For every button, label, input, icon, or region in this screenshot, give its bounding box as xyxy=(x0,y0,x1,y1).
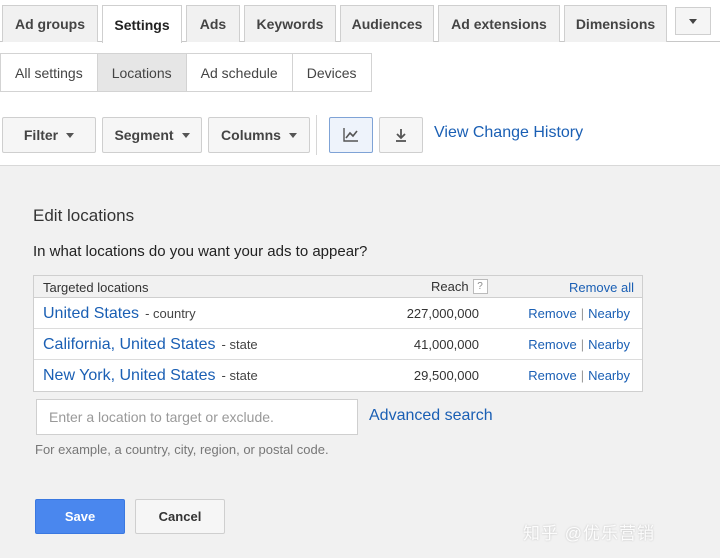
table-header: Targeted locations Reach ? Remove all xyxy=(34,276,642,298)
save-button[interactable]: Save xyxy=(35,499,125,534)
remove-all-link[interactable]: Remove all xyxy=(569,280,634,295)
help-icon[interactable]: ? xyxy=(472,279,488,294)
segment-button[interactable]: Segment xyxy=(102,117,202,153)
header-reach: Reach ? xyxy=(431,279,488,294)
download-button[interactable] xyxy=(379,117,423,153)
watermark: 知乎 @优乐营销 xyxy=(523,524,655,543)
locations-question: In what locations do you want your ads t… xyxy=(33,243,368,260)
location-reach: 41,000,000 xyxy=(413,337,479,352)
columns-button-label: Columns xyxy=(221,127,281,143)
location-reach: 29,500,000 xyxy=(413,368,479,383)
cancel-button[interactable]: Cancel xyxy=(135,499,225,534)
top-tab-bar: Ad groups Settings Ads Keywords Audience… xyxy=(0,0,720,43)
row-actions: Remove | Nearby xyxy=(528,368,630,383)
remove-link[interactable]: Remove xyxy=(528,306,576,321)
table-row: New York, United States - state 29,500,00… xyxy=(34,360,642,391)
header-targeted-locations: Targeted locations xyxy=(43,280,149,295)
tab-ads[interactable]: Ads xyxy=(186,5,240,42)
columns-button[interactable]: Columns xyxy=(208,117,310,153)
row-actions: Remove | Nearby xyxy=(528,306,630,321)
advanced-search-link[interactable]: Advanced search xyxy=(369,407,493,425)
tab-settings[interactable]: Settings xyxy=(102,5,182,43)
remove-link[interactable]: Remove xyxy=(528,337,576,352)
separator: | xyxy=(580,337,585,352)
subtab-all-settings[interactable]: All settings xyxy=(1,54,98,91)
nearby-link[interactable]: Nearby xyxy=(588,337,630,352)
filter-button[interactable]: Filter xyxy=(2,117,96,153)
toolbar-divider xyxy=(316,115,317,155)
view-change-history-link[interactable]: View Change History xyxy=(434,124,583,142)
location-type: - country xyxy=(145,306,196,321)
chevron-down-icon xyxy=(288,132,297,138)
download-icon xyxy=(396,129,406,142)
table-row: California, United States - state 41,000,… xyxy=(34,329,642,360)
location-reach: 227,000,000 xyxy=(406,306,479,321)
nearby-link[interactable]: Nearby xyxy=(588,306,630,321)
tab-keywords[interactable]: Keywords xyxy=(244,5,336,42)
separator: | xyxy=(580,306,585,321)
chevron-down-icon xyxy=(181,132,190,138)
table-row: United States - country 227,000,000 Remov… xyxy=(34,298,642,329)
header-reach-label: Reach xyxy=(431,279,469,294)
edit-locations-panel: Edit locations In what locations do you … xyxy=(0,165,720,558)
separator: | xyxy=(580,368,585,383)
panel-title: Edit locations xyxy=(33,206,135,225)
subtab-locations[interactable]: Locations xyxy=(97,54,187,91)
chart-toggle-button[interactable] xyxy=(329,117,373,153)
location-input-hint: For example, a country, city, region, or… xyxy=(35,442,329,457)
location-search-input[interactable] xyxy=(36,399,358,435)
filter-button-label: Filter xyxy=(23,127,59,143)
chevron-down-icon xyxy=(66,132,75,138)
more-tabs-button[interactable] xyxy=(675,7,711,35)
targeted-locations-table: Targeted locations Reach ? Remove all Un… xyxy=(33,275,643,392)
line-chart-icon xyxy=(343,128,358,142)
remove-link[interactable]: Remove xyxy=(528,368,576,383)
location-name-link[interactable]: United States - country xyxy=(43,305,196,323)
location-type: - state xyxy=(221,337,258,352)
chevron-down-icon xyxy=(689,18,697,24)
location-name-link[interactable]: New York, United States - state xyxy=(43,367,258,385)
nearby-link[interactable]: Nearby xyxy=(588,368,630,383)
location-name-link[interactable]: California, United States - state xyxy=(43,336,258,354)
tab-dimensions[interactable]: Dimensions xyxy=(564,5,667,42)
tab-ad-extensions[interactable]: Ad extensions xyxy=(438,5,560,42)
subtab-devices[interactable]: Devices xyxy=(292,54,371,91)
tab-audiences[interactable]: Audiences xyxy=(340,5,434,42)
location-type: - state xyxy=(221,368,258,383)
segment-button-label: Segment xyxy=(114,127,174,143)
settings-subtabs: All settings Locations Ad schedule Devic… xyxy=(0,53,372,92)
row-actions: Remove | Nearby xyxy=(528,337,630,352)
tab-ad-groups[interactable]: Ad groups xyxy=(2,5,98,42)
subtab-ad-schedule[interactable]: Ad schedule xyxy=(186,54,293,91)
